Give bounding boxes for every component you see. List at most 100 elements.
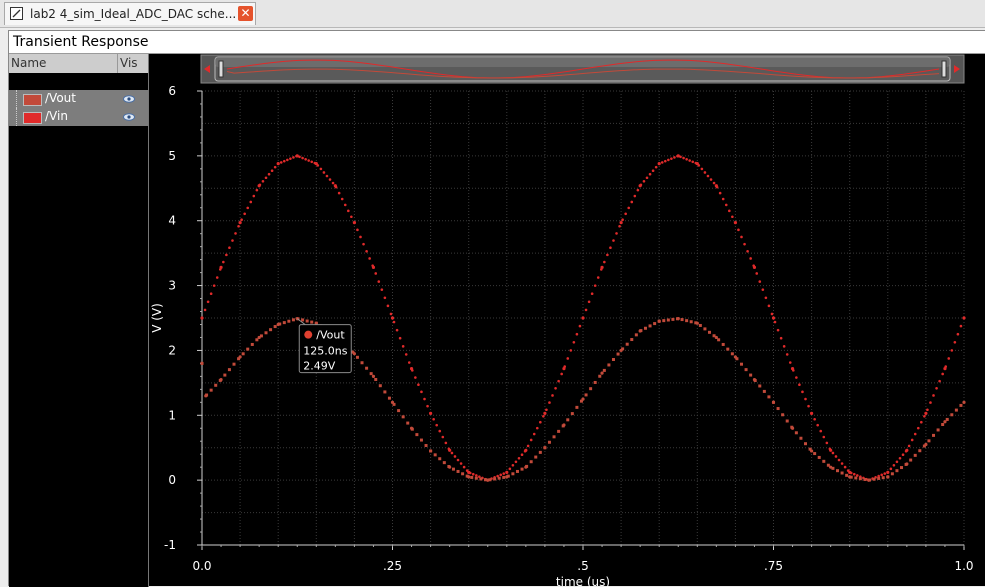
data-point — [852, 472, 856, 476]
data-point — [901, 453, 905, 457]
data-point — [589, 387, 593, 391]
data-point — [257, 184, 261, 188]
data-point — [671, 317, 675, 321]
data-point — [819, 429, 823, 433]
data-point — [238, 221, 242, 225]
data-point — [420, 390, 423, 394]
data-point — [959, 403, 963, 407]
data-point — [575, 405, 579, 409]
data-point — [634, 333, 638, 337]
data-point — [557, 379, 560, 383]
data-point — [246, 206, 250, 210]
data-point — [703, 171, 707, 174]
data-point — [724, 203, 728, 207]
legend-item-vin[interactable]: /Vin — [9, 108, 148, 126]
data-point — [264, 176, 268, 180]
data-point — [907, 444, 911, 448]
data-point — [881, 476, 885, 480]
data-point — [848, 470, 852, 474]
y-axis-label: V (V) — [150, 303, 164, 333]
data-point — [200, 316, 204, 320]
x-tick-label: .5 — [577, 559, 588, 573]
data-point — [883, 472, 887, 475]
data-point — [743, 242, 746, 246]
data-point — [328, 178, 332, 181]
legend-header-vis: Vis — [117, 54, 138, 73]
window-title-bar: Transient Response — [9, 31, 985, 54]
data-point — [301, 156, 304, 160]
data-point — [676, 154, 680, 158]
data-point — [593, 284, 597, 287]
transient-plot[interactable]: -101234560.0.25.5.75 1.0 V (V) time (us) … — [149, 54, 985, 587]
legend-header: Name Vis — [9, 54, 148, 73]
data-point — [524, 448, 528, 452]
eye-icon[interactable] — [123, 111, 135, 123]
data-point — [717, 338, 721, 342]
data-point — [666, 318, 670, 322]
data-point — [333, 184, 337, 188]
data-point — [627, 206, 631, 210]
data-point — [648, 324, 652, 328]
y-tick-label: 4 — [168, 214, 176, 228]
waveform-window: Transient Response Name Vis /Vout /Vin -… — [8, 30, 985, 587]
data-point — [909, 458, 913, 462]
data-point — [920, 420, 923, 424]
range-handle-left[interactable] — [218, 60, 224, 78]
marker-value: 2.49V — [303, 360, 335, 373]
data-point — [505, 475, 509, 479]
data-point — [758, 384, 762, 388]
data-point — [790, 366, 795, 371]
marker-annotation[interactable]: /Vout 125.0ns 2.49V — [296, 318, 352, 374]
data-point — [474, 476, 478, 480]
data-point — [456, 458, 460, 462]
data-point — [222, 260, 225, 264]
data-point — [621, 218, 624, 222]
data-point — [721, 197, 725, 201]
data-point — [538, 450, 542, 454]
data-point — [273, 325, 277, 329]
overview-scrollbar[interactable] — [200, 54, 965, 84]
data-point — [707, 330, 711, 334]
data-point — [212, 284, 216, 287]
data-point — [343, 203, 347, 207]
data-point — [451, 467, 455, 471]
data-point — [913, 432, 917, 436]
data-point — [886, 475, 890, 479]
data-point — [543, 446, 547, 450]
data-point — [415, 433, 419, 437]
data-point — [215, 276, 219, 279]
eye-icon[interactable] — [123, 93, 135, 105]
range-handle-right[interactable] — [941, 60, 947, 78]
data-point — [929, 401, 932, 404]
data-point — [257, 335, 261, 340]
data-point — [924, 442, 928, 447]
data-point — [322, 171, 326, 174]
close-icon[interactable]: ✕ — [238, 6, 253, 21]
data-point — [365, 366, 369, 370]
marker-trace: /Vout — [316, 329, 345, 342]
data-point — [663, 159, 667, 163]
document-tab[interactable]: lab2 4_sim_Ideal_ADC_DAC sche... ✕ — [4, 2, 256, 25]
data-point — [685, 319, 689, 323]
data-point — [377, 280, 381, 283]
data-point — [532, 432, 536, 436]
data-point — [923, 414, 926, 418]
data-point — [542, 414, 545, 418]
data-point — [788, 361, 792, 364]
data-point — [611, 358, 615, 362]
data-point — [651, 169, 655, 172]
data-point — [560, 372, 563, 376]
data-point — [409, 426, 414, 430]
data-point — [642, 179, 646, 183]
y-tick-label: 3 — [168, 279, 176, 293]
data-point — [467, 470, 471, 474]
data-point — [562, 423, 566, 427]
data-point — [761, 288, 765, 291]
data-point — [569, 349, 573, 352]
data-point — [822, 459, 826, 463]
data-point — [584, 393, 588, 397]
legend-item-vout[interactable]: /Vout — [9, 90, 148, 108]
data-point — [804, 397, 807, 401]
data-point — [240, 218, 243, 222]
data-point — [785, 419, 789, 423]
